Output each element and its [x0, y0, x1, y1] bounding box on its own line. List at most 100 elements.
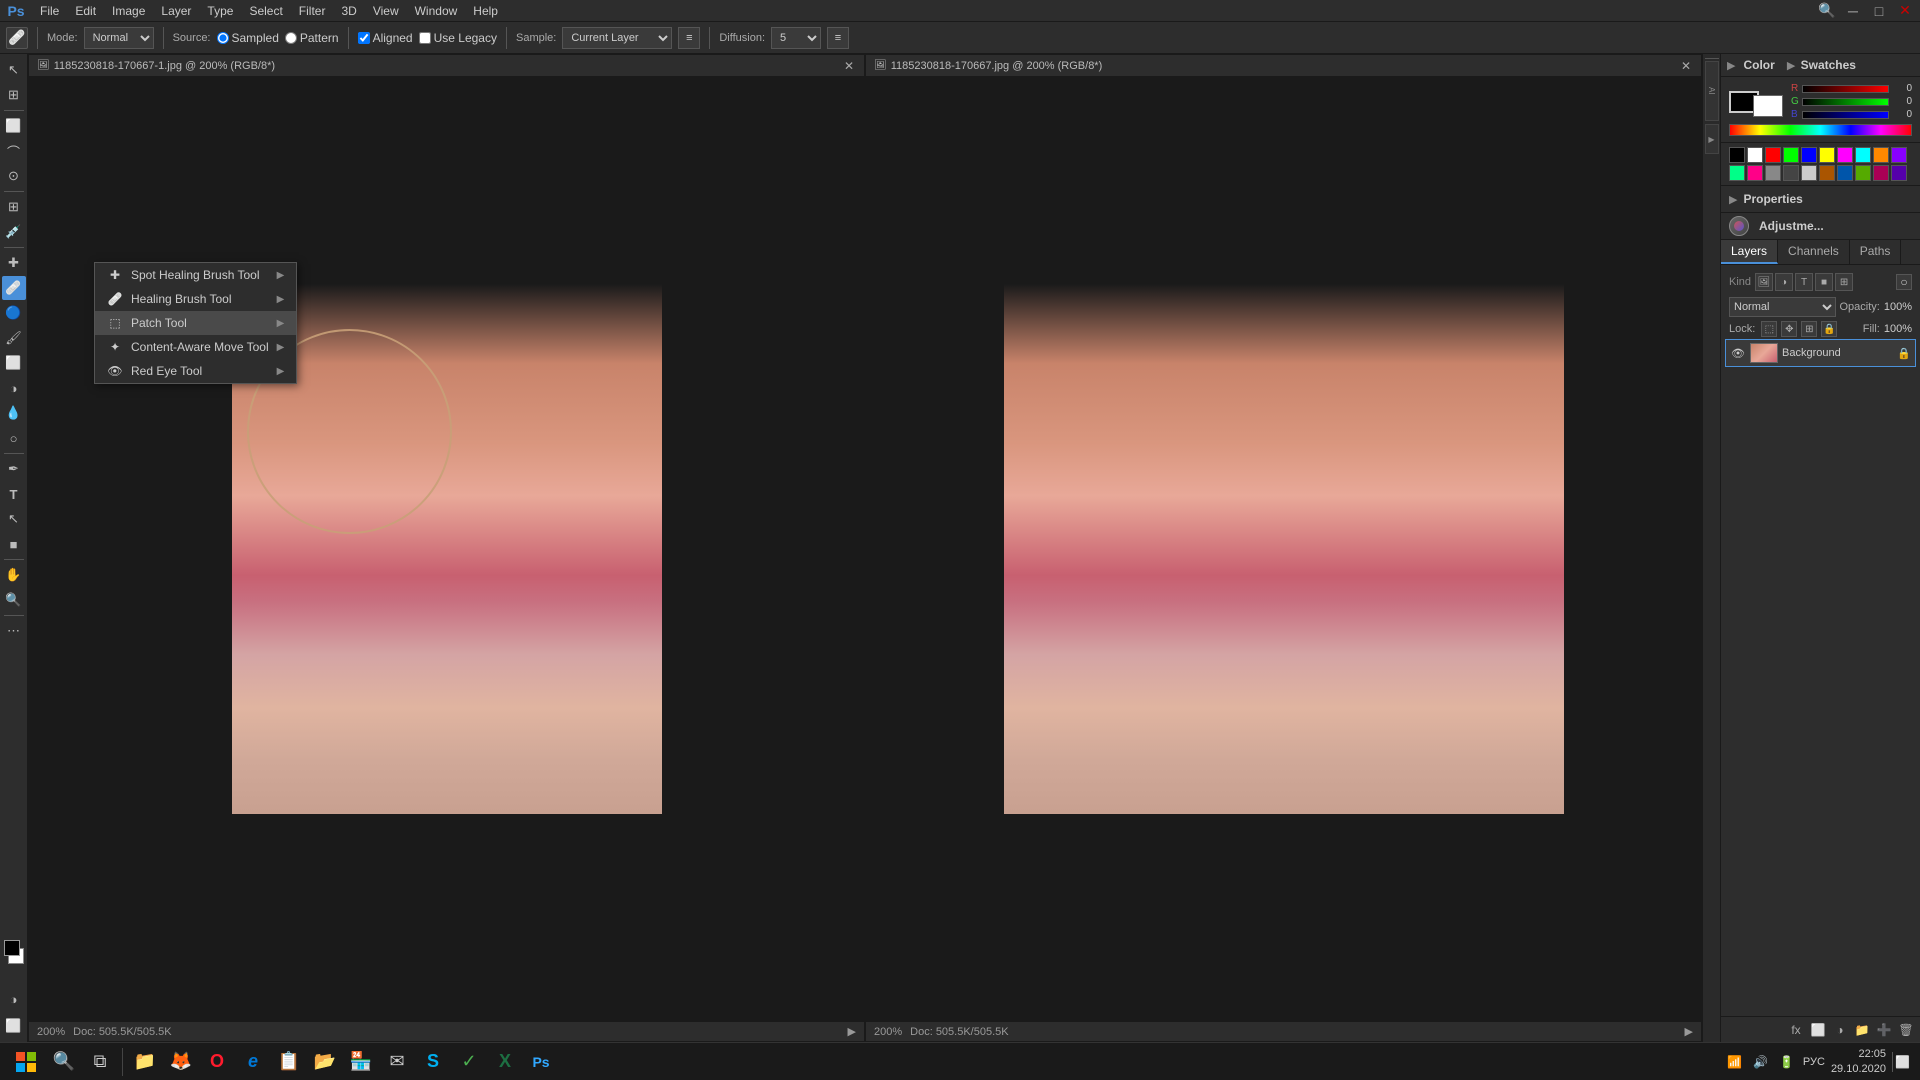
source-pattern-radio[interactable] — [285, 32, 297, 44]
r-slider[interactable] — [1802, 85, 1889, 93]
swatch-0[interactable] — [1729, 147, 1745, 163]
taskbar-office[interactable]: 📋 — [273, 1046, 305, 1078]
menu-3d[interactable]: 3D — [333, 2, 364, 20]
tool-extra[interactable]: ⋯ — [2, 619, 26, 643]
sample-all-layers-btn[interactable]: ≡ — [678, 27, 700, 49]
close-button[interactable]: ✕ — [1894, 0, 1916, 22]
tool-spot-healing[interactable]: ✚ — [2, 251, 26, 275]
tab-channels[interactable]: Channels — [1778, 240, 1850, 264]
mode-select[interactable]: Normal — [84, 27, 154, 49]
minimize-button[interactable]: ─ — [1842, 0, 1864, 22]
tool-artboard[interactable]: ⊞ — [2, 83, 26, 107]
taskbar-photoshop[interactable]: Ps — [525, 1046, 557, 1078]
swatch-9[interactable] — [1891, 147, 1907, 163]
menu-select[interactable]: Select — [241, 2, 290, 20]
tool-hand[interactable]: ✋ — [2, 563, 26, 587]
tool-path-selection[interactable]: ↖ — [2, 507, 26, 531]
tool-eraser[interactable]: ⬜ — [2, 351, 26, 375]
ctx-patch-tool[interactable]: ⬚ Patch Tool ▶ — [95, 311, 296, 335]
taskbar-todo[interactable]: ✓ — [453, 1046, 485, 1078]
swatch-3[interactable] — [1783, 147, 1799, 163]
swatch-10[interactable] — [1729, 165, 1745, 181]
aligned-label[interactable]: Aligned — [358, 31, 413, 45]
taskbar-start-button[interactable] — [8, 1044, 44, 1080]
diffusion-select[interactable]: 5 — [771, 27, 821, 49]
taskbar-excel[interactable]: X — [489, 1046, 521, 1078]
lock-all-btn[interactable]: 🔒 — [1821, 321, 1837, 337]
aligned-checkbox[interactable] — [358, 32, 370, 44]
swatch-12[interactable] — [1765, 165, 1781, 181]
taskbar-file-manager2[interactable]: 📂 — [309, 1046, 341, 1078]
swatch-2[interactable] — [1765, 147, 1781, 163]
swatch-13[interactable] — [1783, 165, 1799, 181]
layer-mode-select[interactable]: Normal — [1729, 297, 1836, 317]
taskbar-file-explorer[interactable]: 📁 — [129, 1046, 161, 1078]
tool-blur[interactable]: 💧 — [2, 401, 26, 425]
doc-close-left[interactable]: ✕ — [842, 59, 856, 73]
layer-adjust-btn[interactable]: ◑ — [1830, 1020, 1850, 1040]
taskbar-skype[interactable]: S — [417, 1046, 449, 1078]
properties-header[interactable]: ▶ Properties — [1721, 186, 1920, 212]
adjustments-header[interactable]: Adjustme... — [1721, 213, 1920, 239]
doc-canvas-wrapper-right[interactable] — [866, 77, 1701, 1021]
swatch-14[interactable] — [1801, 165, 1817, 181]
tool-text[interactable]: T — [2, 482, 26, 506]
tool-quick-mask[interactable]: ◑ — [2, 987, 26, 1011]
strip-btn-2[interactable]: ▶ — [1705, 124, 1719, 154]
swatch-1[interactable] — [1747, 147, 1763, 163]
sample-select[interactable]: Current Layer — [562, 27, 672, 49]
menu-type[interactable]: Type — [199, 2, 241, 20]
tool-gradient[interactable]: ◑ — [2, 376, 26, 400]
taskbar-store[interactable]: 🏪 — [345, 1046, 377, 1078]
source-sampled-label[interactable]: Sampled — [217, 31, 279, 45]
layer-new-btn[interactable]: ➕ — [1874, 1020, 1894, 1040]
color-panel-header[interactable]: ▶ Color — [1727, 58, 1775, 72]
layer-delete-btn[interactable]: 🗑 — [1896, 1020, 1916, 1040]
layer-group-btn[interactable]: 📁 — [1852, 1020, 1872, 1040]
tab-layers[interactable]: Layers — [1721, 240, 1778, 264]
color-spectrum-bar[interactable] — [1729, 124, 1912, 136]
menu-window[interactable]: Window — [407, 2, 466, 20]
menu-edit[interactable]: Edit — [67, 2, 104, 20]
lock-artboard-btn[interactable]: ⊞ — [1801, 321, 1817, 337]
tool-healing[interactable]: 🩹 — [2, 276, 26, 300]
tool-quick-selection[interactable]: ⊙ — [2, 164, 26, 188]
tool-eyedropper[interactable]: 💉 — [2, 220, 26, 244]
kind-pixel-btn[interactable]: 🖼 — [1755, 273, 1773, 291]
taskbar-outlook[interactable]: ✉ — [381, 1046, 413, 1078]
layer-mask-btn[interactable]: ⬜ — [1808, 1020, 1828, 1040]
menu-view[interactable]: View — [365, 2, 407, 20]
tool-shape[interactable]: ■ — [2, 532, 26, 556]
tab-paths[interactable]: Paths — [1850, 240, 1902, 264]
swatches-header-area[interactable]: ▶ Swatches — [1787, 58, 1856, 72]
diffusion-extra-btn[interactable]: ≡ — [827, 27, 849, 49]
menu-filter[interactable]: Filter — [291, 2, 334, 20]
swatch-6[interactable] — [1837, 147, 1853, 163]
swatch-8[interactable] — [1873, 147, 1889, 163]
swatch-18[interactable] — [1873, 165, 1889, 181]
swatch-7[interactable] — [1855, 147, 1871, 163]
kind-smart-btn[interactable]: ⊞ — [1835, 273, 1853, 291]
tool-pen[interactable]: ✒ — [2, 457, 26, 481]
g-slider[interactable] — [1802, 98, 1889, 106]
menu-help[interactable]: Help — [465, 2, 506, 20]
ctx-red-eye[interactable]: 👁 Red Eye Tool ▶ — [95, 359, 296, 383]
menu-file[interactable]: File — [32, 2, 67, 20]
restore-button[interactable]: □ — [1868, 0, 1890, 22]
kind-adjust-btn[interactable]: ◑ — [1775, 273, 1793, 291]
tool-lasso[interactable]: ⌒ — [2, 139, 26, 163]
taskbar-firefox[interactable]: 🦊 — [165, 1046, 197, 1078]
volume-icon[interactable]: 🔊 — [1751, 1052, 1771, 1072]
tool-screen-mode[interactable]: ⬜ — [2, 1014, 26, 1038]
layer-filter-toggle[interactable]: ○ — [1896, 274, 1912, 290]
doc-canvas-wrapper-left[interactable]: ✚ Spot Healing Brush Tool ▶ 🩹 Healing Br… — [29, 77, 864, 1021]
menu-image[interactable]: Image — [104, 2, 153, 20]
layer-item-bg[interactable]: 👁 Background 🔒 — [1725, 339, 1916, 367]
tool-clone-stamp[interactable]: 🔵 — [2, 301, 26, 325]
b-slider[interactable] — [1802, 111, 1889, 119]
swatch-5[interactable] — [1819, 147, 1835, 163]
lock-position-btn[interactable]: ✥ — [1781, 321, 1797, 337]
kind-shape-btn[interactable]: ■ — [1815, 273, 1833, 291]
tool-crop[interactable]: ⊞ — [2, 195, 26, 219]
ctx-spot-healing[interactable]: ✚ Spot Healing Brush Tool ▶ — [95, 263, 296, 287]
